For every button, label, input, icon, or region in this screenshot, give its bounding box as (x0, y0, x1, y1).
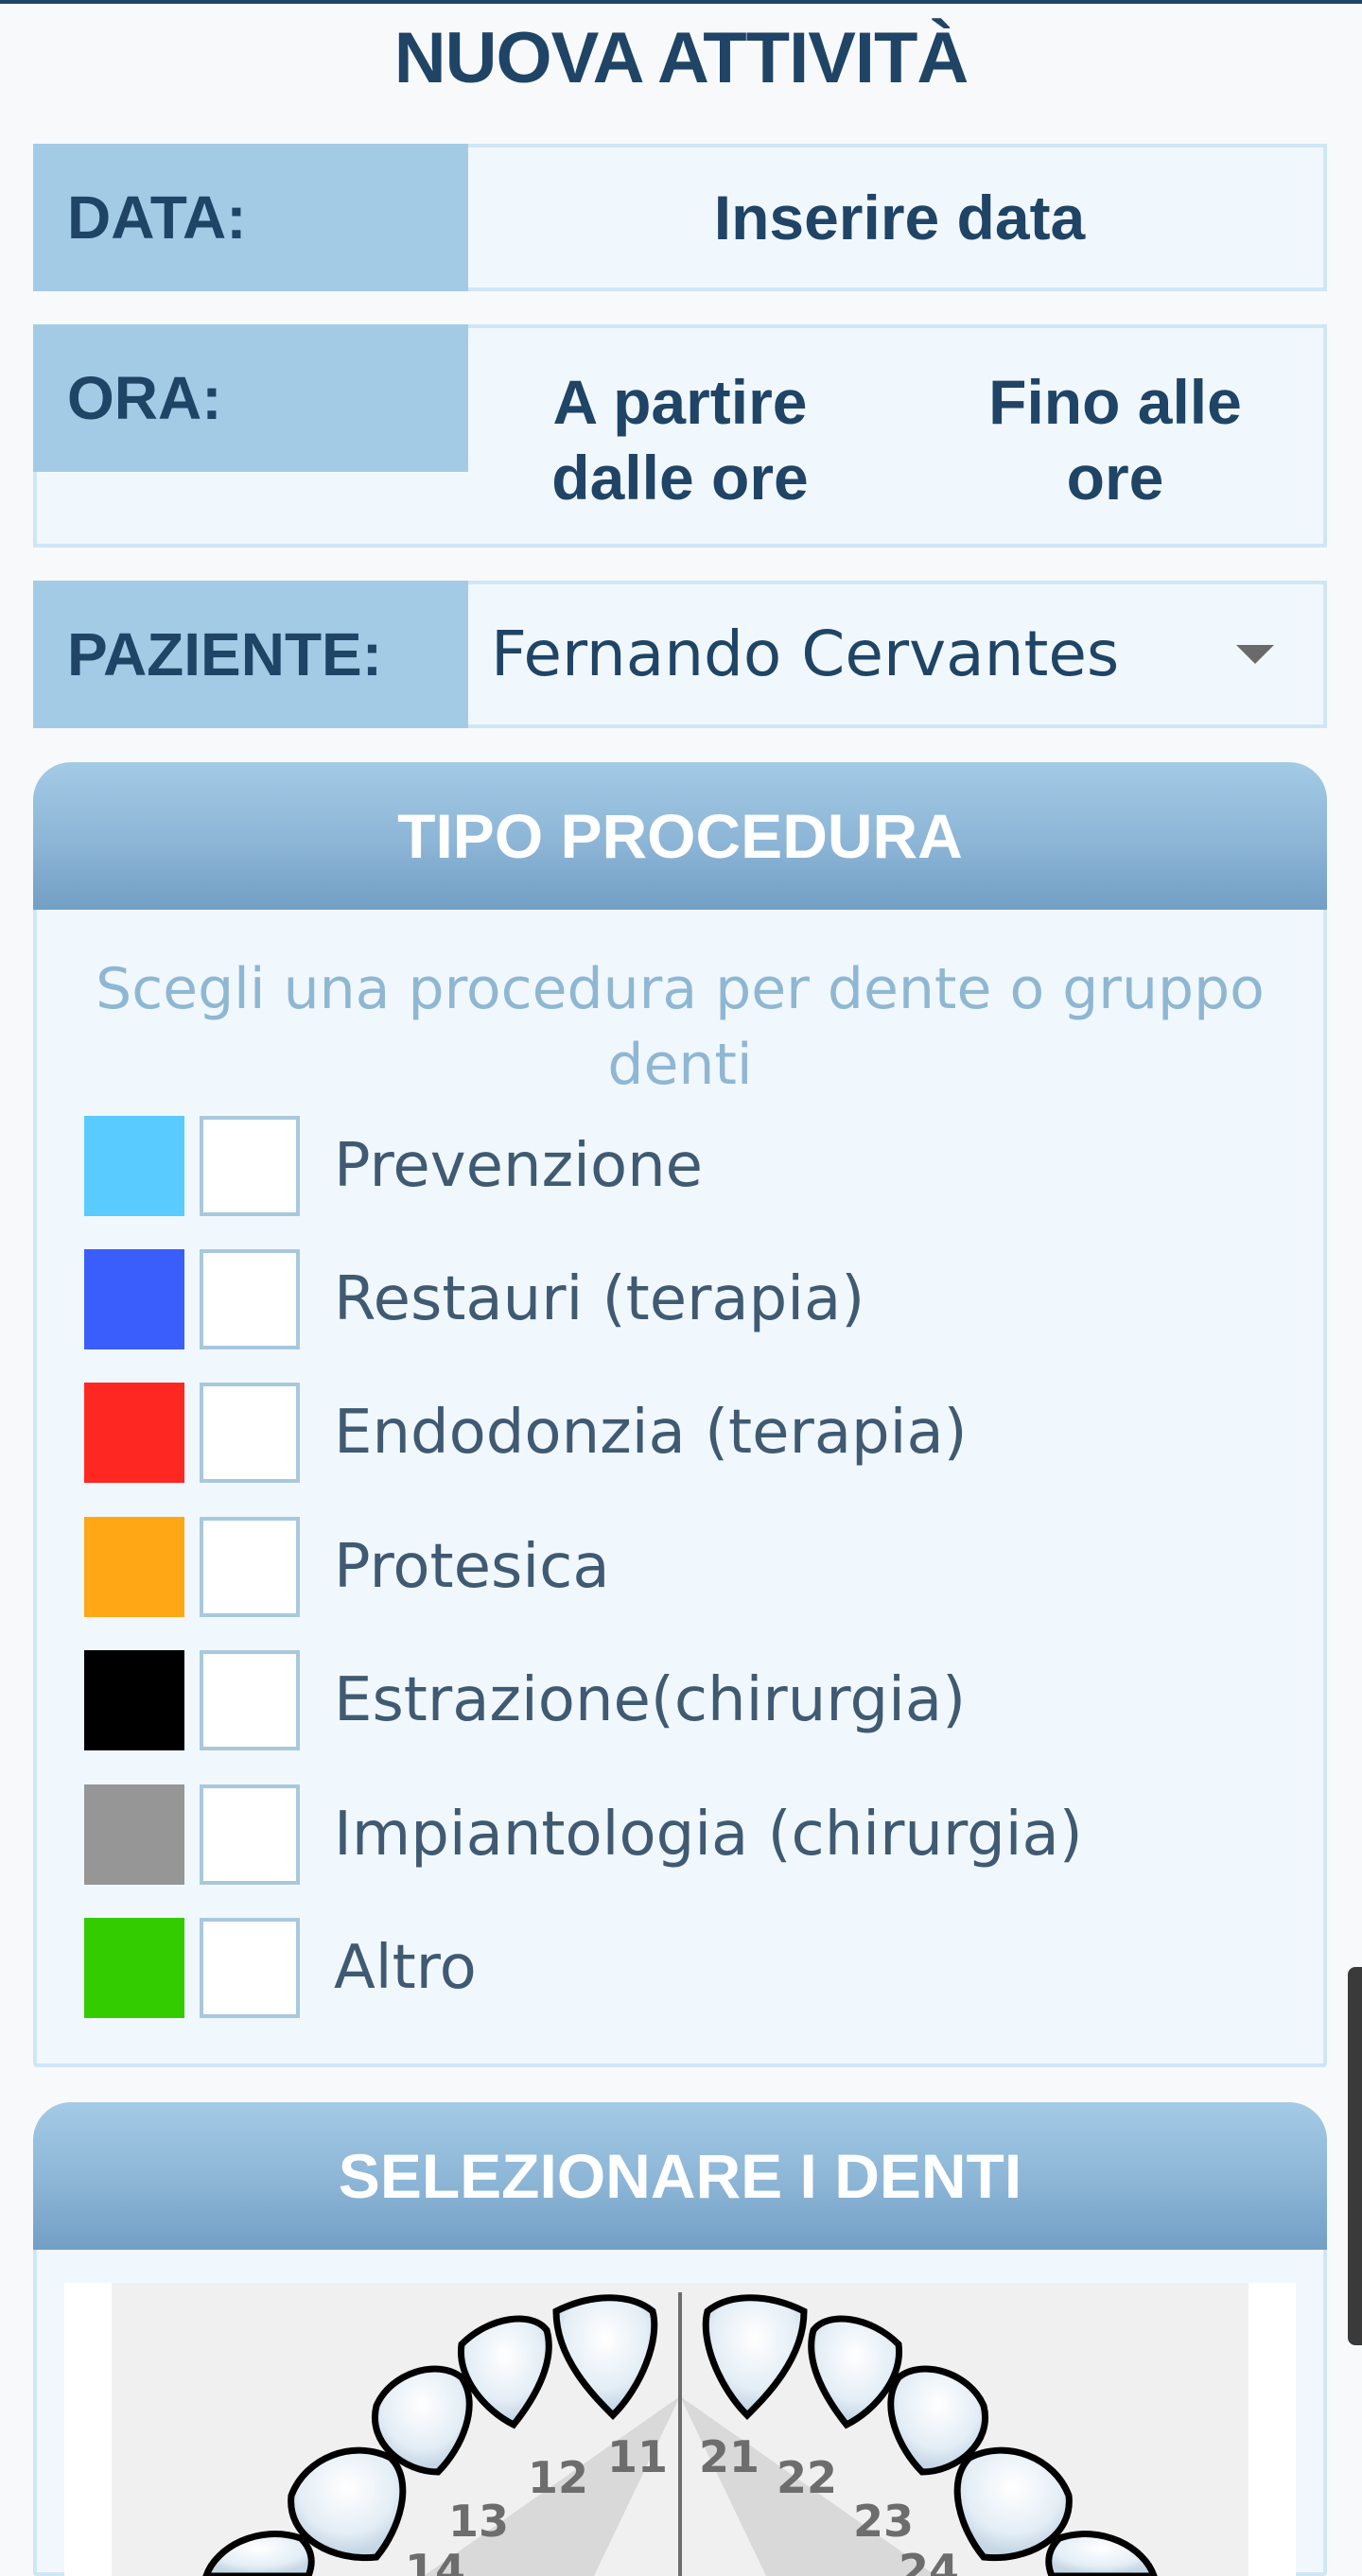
teeth-panel-header: SELEZIONARE I DENTI (33, 2102, 1327, 2250)
procedure-checkbox[interactable] (200, 1116, 300, 1216)
chart-margin-left (64, 2283, 112, 2576)
tooth-21[interactable] (702, 2294, 808, 2420)
tooth-11[interactable] (552, 2294, 658, 2420)
tooth-label-21: 21 (699, 2431, 760, 2482)
procedure-item[interactable]: Altro (84, 1918, 1266, 2020)
time-row: ORA: A partire dalle ore Fino alle ore (33, 324, 1327, 548)
upper-arch-diagram: 11 12 13 14 21 22 23 24 (202, 2292, 1158, 2576)
procedure-checkbox[interactable] (200, 1383, 300, 1483)
procedure-checkbox[interactable] (200, 1517, 300, 1617)
tooth-label-14: 14 (405, 2545, 465, 2576)
procedure-item[interactable]: Restauri (terapia) (84, 1249, 1266, 1351)
caret-down-icon[interactable] (1236, 645, 1274, 664)
procedure-item[interactable]: Protesica (84, 1517, 1266, 1619)
procedure-item[interactable]: Endodonzia (terapia) (84, 1383, 1266, 1485)
procedure-checkbox[interactable] (200, 1784, 300, 1885)
patient-label: PAZIENTE: (33, 581, 468, 728)
procedure-checkbox[interactable] (200, 1918, 300, 2018)
tooth-25[interactable] (1045, 2531, 1158, 2576)
time-from-input[interactable]: A partire dalle ore (491, 364, 869, 515)
tooth-label-24: 24 (899, 2545, 959, 2576)
procedure-label: Prevenzione (334, 1131, 704, 1201)
date-row: DATA: Inserire data (33, 144, 1327, 291)
color-swatch (84, 1249, 184, 1349)
procedure-panel: Scegli una procedura per dente o gruppo … (33, 910, 1327, 2067)
tooth-15[interactable] (202, 2531, 315, 2576)
procedure-label: Impiantologia (chirurgia) (334, 1800, 1083, 1870)
top-border (0, 0, 1362, 4)
time-to-input[interactable]: Fino alle ore (926, 364, 1304, 515)
color-swatch (84, 1383, 184, 1483)
procedure-item[interactable]: Estrazione(chirurgia) (84, 1650, 1266, 1752)
date-input[interactable]: Inserire data (472, 148, 1327, 287)
procedure-label: Altro (334, 1933, 477, 2003)
date-label: DATA: (33, 144, 468, 291)
color-swatch (84, 1116, 184, 1216)
tooth-label-12: 12 (528, 2452, 588, 2503)
time-label: ORA: (33, 324, 468, 472)
tooth-label-13: 13 (448, 2496, 509, 2547)
patient-row[interactable]: PAZIENTE: Fernando Cervantes (33, 581, 1327, 728)
color-swatch (84, 1517, 184, 1617)
procedure-hint: Scegli una procedura per dente o gruppo … (96, 956, 1265, 1098)
tooth-12[interactable] (457, 2315, 552, 2429)
procedure-checkbox[interactable] (200, 1249, 300, 1349)
color-swatch (84, 1784, 184, 1885)
procedure-item[interactable]: Impiantologia (chirurgia) (84, 1784, 1266, 1887)
page-title: NUOVA ATTIVITÀ (393, 18, 969, 98)
patient-select[interactable]: Fernando Cervantes (491, 584, 1119, 724)
procedure-item[interactable]: Prevenzione (84, 1116, 1266, 1218)
scrollbar-thumb[interactable] (1348, 1967, 1362, 2345)
tooth-label-11: 11 (607, 2431, 668, 2482)
color-swatch (84, 1918, 184, 2018)
procedure-checkbox[interactable] (200, 1650, 300, 1750)
teeth-chart[interactable]: 11 12 13 14 21 22 23 24 (64, 2283, 1296, 2576)
procedure-panel-header: TIPO PROCEDURA (33, 762, 1327, 910)
procedure-label: Estrazione(chirurgia) (334, 1665, 967, 1735)
procedure-label: Restauri (terapia) (334, 1264, 865, 1334)
chart-margin-right (1248, 2283, 1296, 2576)
color-swatch (84, 1650, 184, 1750)
procedure-label: Endodonzia (terapia) (334, 1398, 968, 1468)
tooth-22[interactable] (808, 2315, 903, 2429)
procedure-label: Protesica (334, 1532, 610, 1602)
tooth-label-23: 23 (853, 2496, 914, 2547)
tooth-label-22: 22 (777, 2452, 837, 2503)
